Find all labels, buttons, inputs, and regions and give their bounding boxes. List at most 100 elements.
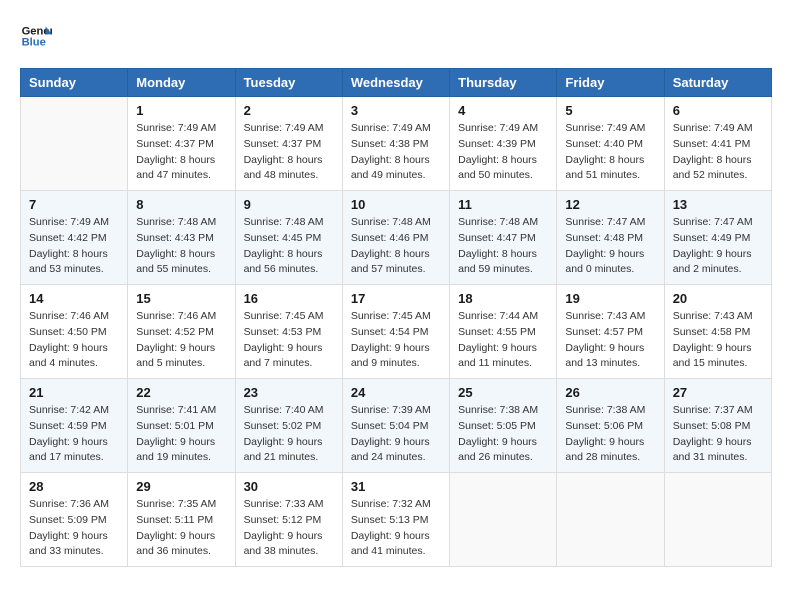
calendar-cell: 23 Sunrise: 7:40 AMSunset: 5:02 PMDayligh…	[235, 379, 342, 473]
calendar-cell: 5Sunrise: 7:49 AMSunset: 4:40 PMDaylight…	[557, 97, 664, 191]
calendar-week-3: 14 Sunrise: 7:46 AMSunset: 4:50 PMDayligh…	[21, 285, 772, 379]
day-info: Sunrise: 7:48 AMSunset: 4:43 PMDaylight:…	[136, 215, 226, 278]
day-info: Sunrise: 7:40 AMSunset: 5:02 PMDaylight:…	[244, 403, 334, 466]
day-number: 11	[458, 197, 548, 212]
calendar-header-thursday: Thursday	[450, 69, 557, 97]
day-info: Sunrise: 7:32 AMSunset: 5:13 PMDaylight:…	[351, 497, 441, 560]
day-info: Sunrise: 7:35 AMSunset: 5:11 PMDaylight:…	[136, 497, 226, 560]
calendar-cell: 29 Sunrise: 7:35 AMSunset: 5:11 PMDayligh…	[128, 473, 235, 567]
day-info: Sunrise: 7:46 AMSunset: 4:52 PMDaylight:…	[136, 309, 226, 372]
day-number: 12	[565, 197, 655, 212]
calendar-cell: 11 Sunrise: 7:48 AMSunset: 4:47 PMDayligh…	[450, 191, 557, 285]
calendar-table: SundayMondayTuesdayWednesdayThursdayFrid…	[20, 68, 772, 567]
svg-text:Blue: Blue	[22, 37, 46, 49]
calendar-cell: 13 Sunrise: 7:47 AMSunset: 4:49 PMDayligh…	[664, 191, 771, 285]
day-info: Sunrise: 7:45 AMSunset: 4:53 PMDaylight:…	[244, 309, 334, 372]
day-number: 25	[458, 385, 548, 400]
calendar-week-1: 1Sunrise: 7:49 AMSunset: 4:37 PMDaylight…	[21, 97, 772, 191]
day-info: Sunrise: 7:41 AMSunset: 5:01 PMDaylight:…	[136, 403, 226, 466]
day-info: Sunrise: 7:49 AMSunset: 4:39 PMDaylight:…	[458, 121, 548, 184]
calendar-cell: 28Sunrise: 7:36 AMSunset: 5:09 PMDayligh…	[21, 473, 128, 567]
page-header: General Blue	[20, 20, 772, 52]
day-number: 7	[29, 197, 119, 212]
calendar-cell: 8 Sunrise: 7:48 AMSunset: 4:43 PMDaylight…	[128, 191, 235, 285]
day-info: Sunrise: 7:38 AMSunset: 5:06 PMDaylight:…	[565, 403, 655, 466]
calendar-body: 1Sunrise: 7:49 AMSunset: 4:37 PMDaylight…	[21, 97, 772, 567]
day-info: Sunrise: 7:43 AMSunset: 4:58 PMDaylight:…	[673, 309, 763, 372]
calendar-cell	[557, 473, 664, 567]
calendar-cell: 15Sunrise: 7:46 AMSunset: 4:52 PMDayligh…	[128, 285, 235, 379]
day-info: Sunrise: 7:38 AMSunset: 5:05 PMDaylight:…	[458, 403, 548, 466]
day-number: 24	[351, 385, 441, 400]
day-number: 5	[565, 103, 655, 118]
calendar-cell: 4 Sunrise: 7:49 AMSunset: 4:39 PMDaylight…	[450, 97, 557, 191]
calendar-header-saturday: Saturday	[664, 69, 771, 97]
calendar-cell: 25 Sunrise: 7:38 AMSunset: 5:05 PMDayligh…	[450, 379, 557, 473]
calendar-cell: 16 Sunrise: 7:45 AMSunset: 4:53 PMDayligh…	[235, 285, 342, 379]
calendar-cell: 6 Sunrise: 7:49 AMSunset: 4:41 PMDaylight…	[664, 97, 771, 191]
day-info: Sunrise: 7:46 AMSunset: 4:50 PMDaylight:…	[29, 309, 119, 372]
day-info: Sunrise: 7:37 AMSunset: 5:08 PMDaylight:…	[673, 403, 763, 466]
calendar-header-monday: Monday	[128, 69, 235, 97]
day-number: 8	[136, 197, 226, 212]
calendar-week-2: 7 Sunrise: 7:49 AMSunset: 4:42 PMDaylight…	[21, 191, 772, 285]
day-info: Sunrise: 7:33 AMSunset: 5:12 PMDaylight:…	[244, 497, 334, 560]
calendar-cell: 18Sunrise: 7:44 AMSunset: 4:55 PMDayligh…	[450, 285, 557, 379]
day-number: 27	[673, 385, 763, 400]
calendar-week-4: 21 Sunrise: 7:42 AMSunset: 4:59 PMDayligh…	[21, 379, 772, 473]
day-number: 10	[351, 197, 441, 212]
calendar-cell: 20 Sunrise: 7:43 AMSunset: 4:58 PMDayligh…	[664, 285, 771, 379]
day-number: 31	[351, 479, 441, 494]
calendar-cell: 12 Sunrise: 7:47 AMSunset: 4:48 PMDayligh…	[557, 191, 664, 285]
day-number: 21	[29, 385, 119, 400]
day-info: Sunrise: 7:48 AMSunset: 4:47 PMDaylight:…	[458, 215, 548, 278]
logo-icon: General Blue	[20, 20, 52, 52]
day-number: 19	[565, 291, 655, 306]
calendar-header-wednesday: Wednesday	[342, 69, 449, 97]
day-number: 14	[29, 291, 119, 306]
calendar-header-sunday: Sunday	[21, 69, 128, 97]
day-info: Sunrise: 7:49 AMSunset: 4:42 PMDaylight:…	[29, 215, 119, 278]
day-info: Sunrise: 7:49 AMSunset: 4:38 PMDaylight:…	[351, 121, 441, 184]
day-info: Sunrise: 7:49 AMSunset: 4:37 PMDaylight:…	[136, 121, 226, 184]
day-info: Sunrise: 7:42 AMSunset: 4:59 PMDaylight:…	[29, 403, 119, 466]
calendar-cell: 3Sunrise: 7:49 AMSunset: 4:38 PMDaylight…	[342, 97, 449, 191]
calendar-cell: 27 Sunrise: 7:37 AMSunset: 5:08 PMDayligh…	[664, 379, 771, 473]
day-number: 16	[244, 291, 334, 306]
day-number: 6	[673, 103, 763, 118]
day-number: 2	[244, 103, 334, 118]
calendar-cell	[664, 473, 771, 567]
day-info: Sunrise: 7:39 AMSunset: 5:04 PMDaylight:…	[351, 403, 441, 466]
calendar-cell: 7 Sunrise: 7:49 AMSunset: 4:42 PMDaylight…	[21, 191, 128, 285]
day-info: Sunrise: 7:47 AMSunset: 4:48 PMDaylight:…	[565, 215, 655, 278]
day-number: 4	[458, 103, 548, 118]
day-info: Sunrise: 7:47 AMSunset: 4:49 PMDaylight:…	[673, 215, 763, 278]
day-number: 23	[244, 385, 334, 400]
calendar-cell: 14 Sunrise: 7:46 AMSunset: 4:50 PMDayligh…	[21, 285, 128, 379]
day-info: Sunrise: 7:48 AMSunset: 4:46 PMDaylight:…	[351, 215, 441, 278]
day-number: 30	[244, 479, 334, 494]
day-info: Sunrise: 7:49 AMSunset: 4:37 PMDaylight:…	[244, 121, 334, 184]
day-number: 17	[351, 291, 441, 306]
calendar-cell: 24 Sunrise: 7:39 AMSunset: 5:04 PMDayligh…	[342, 379, 449, 473]
calendar-cell: 26 Sunrise: 7:38 AMSunset: 5:06 PMDayligh…	[557, 379, 664, 473]
day-info: Sunrise: 7:49 AMSunset: 4:41 PMDaylight:…	[673, 121, 763, 184]
calendar-cell: 19Sunrise: 7:43 AMSunset: 4:57 PMDayligh…	[557, 285, 664, 379]
calendar-week-5: 28Sunrise: 7:36 AMSunset: 5:09 PMDayligh…	[21, 473, 772, 567]
calendar-cell: 22Sunrise: 7:41 AMSunset: 5:01 PMDayligh…	[128, 379, 235, 473]
day-info: Sunrise: 7:48 AMSunset: 4:45 PMDaylight:…	[244, 215, 334, 278]
calendar-cell: 21 Sunrise: 7:42 AMSunset: 4:59 PMDayligh…	[21, 379, 128, 473]
calendar-cell	[450, 473, 557, 567]
day-number: 26	[565, 385, 655, 400]
calendar-cell: 9Sunrise: 7:48 AMSunset: 4:45 PMDaylight…	[235, 191, 342, 285]
day-number: 20	[673, 291, 763, 306]
calendar-cell: 17Sunrise: 7:45 AMSunset: 4:54 PMDayligh…	[342, 285, 449, 379]
day-number: 29	[136, 479, 226, 494]
calendar-cell: 2 Sunrise: 7:49 AMSunset: 4:37 PMDaylight…	[235, 97, 342, 191]
calendar-cell: 31 Sunrise: 7:32 AMSunset: 5:13 PMDayligh…	[342, 473, 449, 567]
calendar-header-tuesday: Tuesday	[235, 69, 342, 97]
calendar-cell: 10 Sunrise: 7:48 AMSunset: 4:46 PMDayligh…	[342, 191, 449, 285]
calendar-header-row: SundayMondayTuesdayWednesdayThursdayFrid…	[21, 69, 772, 97]
calendar-header-friday: Friday	[557, 69, 664, 97]
day-number: 13	[673, 197, 763, 212]
